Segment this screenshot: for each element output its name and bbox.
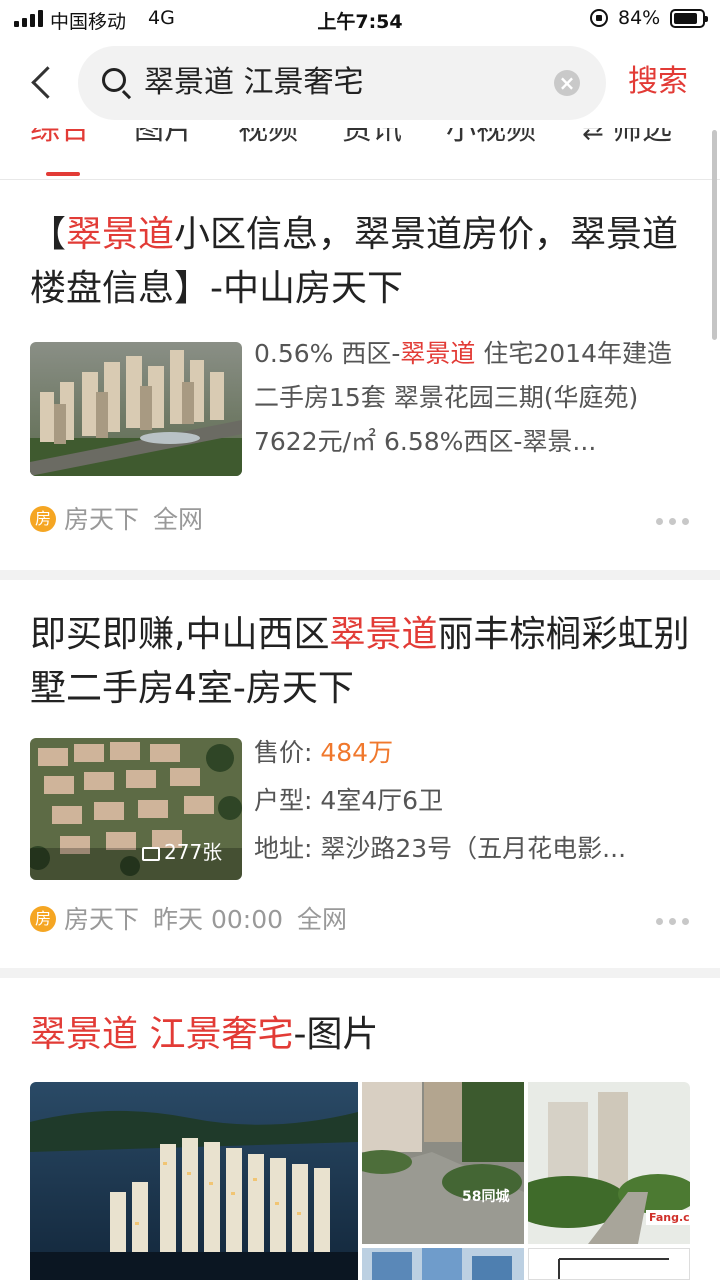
back-arrow-icon[interactable] [28,62,56,102]
status-bar: 中国移动 4G 上午7:54 84% [0,0,720,38]
tab-images[interactable]: 图片 [134,128,194,149]
image-small-3[interactable] [362,1248,524,1280]
image-large[interactable] [30,1082,358,1280]
image-small-4[interactable] [528,1248,690,1280]
desc-part: 0.56% 西区- [254,339,401,368]
more-icon[interactable] [656,518,690,526]
clear-icon[interactable]: × [554,70,580,96]
result-source: 房房天下 全网 [30,504,217,536]
tab-news[interactable]: 资讯 [342,128,402,149]
source-name: 房天下 [64,505,140,534]
desc-highlight: 翠景道 [400,339,476,368]
search-button[interactable]: 搜索 [628,62,688,102]
title-part: -图片 [293,1014,379,1055]
source-badge-icon: 房 [30,506,56,532]
tab-videos[interactable]: 视频 [238,128,298,149]
battery-icon [670,9,708,28]
source-time: 昨天 00:00 [153,905,284,934]
title-highlight: 翠景道 [329,614,438,655]
scrollbar[interactable] [712,130,717,340]
result-title[interactable]: 【翠景道小区信息，翠景道房价，翠景道楼盘信息】-中山房天下 [30,208,695,316]
source-name: 房天下 [64,905,140,934]
result-source: 房房天下 昨天 00:00 全网 [30,904,361,936]
divider [0,968,720,978]
filter-icon: ⇄ [582,128,613,146]
tab-all[interactable]: 综合 [30,128,90,149]
tab-short-videos[interactable]: 小视频 [446,128,536,149]
layout-row: 户型: 4室4厅6卫 [254,786,444,815]
tab-bar: 综合 图片 视频 资讯 小视频 ⇄ 筛选 [0,128,720,180]
price-value: 484万 [320,738,394,767]
result-title[interactable]: 即买即赚,中山西区翠景道丽丰棕榈彩虹别墅二手房4室-房天下 [30,608,695,716]
price-row: 售价: 484万 [254,736,393,770]
photo-count: 277张 [142,838,222,866]
search-input[interactable]: 翠景道 江景奢宅 × [78,46,606,120]
rotation-lock-icon [590,9,608,27]
watermark-58: 58同城 [462,1189,510,1205]
tab-filter-label: 筛选 [612,128,673,147]
result-thumbnail[interactable] [30,342,242,476]
source-badge-icon: 房 [30,906,56,932]
image-small-1[interactable]: 58同城 [362,1082,524,1244]
search-query[interactable]: 翠景道 江景奢宅 [144,64,364,102]
divider [0,570,720,580]
result-title[interactable]: 翠景道 江景奢宅-图片 [30,1008,695,1062]
title-highlight: 翠景道 [66,214,175,255]
battery-percent: 84% [618,7,661,29]
source-scope: 全网 [297,905,348,934]
result-thumbnail[interactable]: 277张 [30,738,242,880]
photo-count-text: 277张 [164,840,223,864]
title-part: 【 [30,214,67,255]
tab-filter[interactable]: ⇄ 筛选 [582,128,672,150]
photo-icon [142,846,160,861]
clock: 上午7:54 [317,11,403,33]
more-icon[interactable] [656,918,690,926]
price-label: 售价: [254,738,321,767]
source-scope: 全网 [153,505,204,534]
result-description: 0.56% 西区-翠景道 住宅2014年建造 二手房15套 翠景花园三期(华庭苑… [254,332,694,464]
active-tab-indicator [46,172,80,176]
address-row: 地址: 翠沙路23号（五月花电影... [254,834,627,863]
title-part: 即买即赚,中山西区 [30,614,330,655]
title-highlight: 翠景道 江景奢宅 [30,1014,294,1055]
image-small-2[interactable]: Fang.com [528,1082,690,1244]
search-icon [102,68,126,92]
watermark-fang: Fang.com [646,1210,690,1225]
